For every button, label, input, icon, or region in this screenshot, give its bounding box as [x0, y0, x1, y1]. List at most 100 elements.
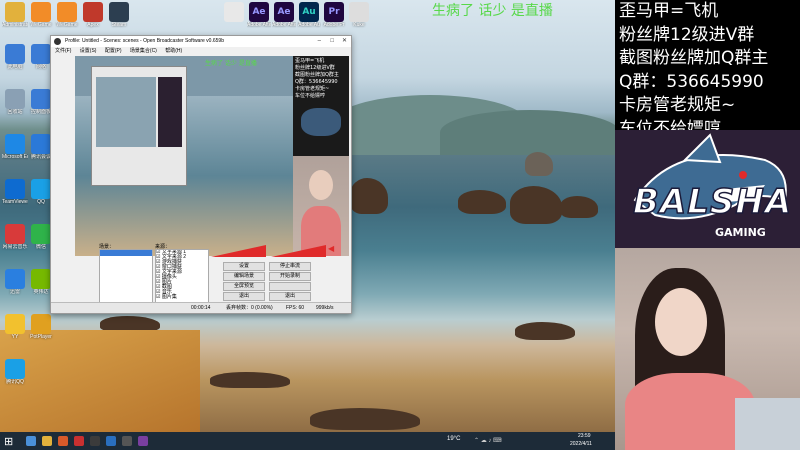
audio-meter-mic: [211, 244, 266, 257]
meeting-icon: [31, 134, 51, 154]
qq-icon: [5, 359, 25, 379]
preview-info-line: 车位不给嫖哼: [295, 93, 326, 99]
sea-stack-rock: [458, 190, 506, 214]
taskbar-app-icon[interactable]: [90, 436, 100, 446]
file-explorer-icon[interactable]: [42, 436, 52, 446]
preview-info-line: 歪马甲=飞机: [295, 58, 325, 64]
pinned-app[interactable]: [222, 2, 246, 36]
obs-titlebar[interactable]: Profile: Untitled - Scenes: scenes - Ope…: [51, 36, 351, 47]
clock-time[interactable]: 23:59: [578, 433, 591, 439]
desktop-icon[interactable]: WeGame: [54, 2, 80, 36]
obs-control-button[interactable]: 设置: [223, 262, 265, 271]
menu-settings[interactable]: 设置(S): [80, 48, 97, 54]
obs-control-button[interactable]: 全屏预览: [223, 282, 265, 291]
obs-control-button[interactable]: 退出: [269, 292, 311, 301]
pinned-app[interactable]: Kuke: [347, 2, 371, 36]
preview-info-line: 粉丝牌12级进V群: [295, 65, 335, 71]
taskbar-app-icon[interactable]: [74, 436, 84, 446]
desktop-icon-label: WeGame: [30, 22, 52, 28]
preview-shark-logo: [301, 108, 341, 136]
info-line: 卡房管老规矩~: [619, 95, 736, 115]
obs-control-button[interactable]: 退出: [223, 292, 265, 301]
close-icon[interactable]: ✕: [342, 36, 347, 47]
obs-app-icon: [54, 38, 61, 45]
desktop-icon-label: 回收站: [7, 109, 23, 115]
search-icon[interactable]: [26, 436, 36, 446]
desktop-icon-label: Apex: [87, 22, 99, 28]
desktop-icon-label: Administrator: [2, 22, 28, 28]
webcam-view: [615, 248, 800, 450]
obs-taskbar-icon[interactable]: [122, 436, 132, 446]
scene-item-selected[interactable]: [100, 250, 152, 256]
taskbar-app-icon[interactable]: [138, 436, 148, 446]
menu-help[interactable]: 帮助(H): [165, 48, 182, 54]
obs-control-button[interactable]: [269, 282, 311, 291]
obs-control-button[interactable]: 开始录制: [269, 272, 311, 281]
folder-icon: [5, 2, 25, 22]
obs-control-button[interactable]: 停止串流: [269, 262, 311, 271]
desktop-icon[interactable]: Apex: [80, 2, 106, 36]
desktop-icon[interactable]: YY: [2, 314, 28, 348]
desktop-icon[interactable]: WeGame: [28, 2, 54, 36]
sea-stack-rock: [525, 152, 553, 176]
preview-info-line: 截图粉丝牌加Q群主: [295, 72, 339, 78]
sea-stack-rock: [350, 178, 388, 214]
preview-nested-screen: [96, 77, 156, 147]
stream-overlay-text: 生病了 话少 是直播: [432, 3, 553, 19]
info-line: Q群：536645990: [619, 71, 764, 92]
desktop-icon[interactable]: 网易云音乐: [2, 224, 28, 258]
preview-nested-obs: [91, 66, 187, 186]
desktop-icon[interactable]: 此电脑: [2, 44, 28, 78]
obs-control-button[interactable]: 编辑场景: [223, 272, 265, 281]
pinned-app[interactable]: Pr Adobe Pr: [322, 2, 346, 36]
desktop-icon[interactable]: TeamViewer: [2, 179, 28, 213]
computer-icon: [5, 44, 25, 64]
pinned-app[interactable]: Ae Adobe After: [247, 2, 271, 36]
ae-icon: Ae: [249, 2, 269, 22]
obs-window[interactable]: Profile: Untitled - Scenes: scenes - Ope…: [50, 35, 352, 314]
edge-icon: [5, 134, 25, 154]
desktop-icon[interactable]: Microsoft Edge: [2, 134, 28, 168]
desktop-icon-label: TeamViewer: [2, 199, 28, 205]
pinned-app-label: Adobe After: [272, 22, 296, 28]
menu-file[interactable]: 文件(F): [55, 48, 71, 54]
clock-date[interactable]: 2022/4/11: [570, 441, 592, 447]
desktop-icon-label: Steam: [111, 22, 127, 28]
maximize-icon[interactable]: □: [330, 36, 334, 47]
pinned-app[interactable]: Au Adobe Au: [297, 2, 321, 36]
desktop-icon[interactable]: 回收站: [2, 89, 28, 123]
windows-start-icon[interactable]: ⊞: [4, 435, 13, 448]
menu-scene-collection[interactable]: 场景集合(C): [130, 48, 157, 54]
taskbar-app-icon[interactable]: [106, 436, 116, 446]
thunder-icon: [5, 269, 25, 289]
preview-overlay-text: 生病了 话少 是直播: [205, 60, 257, 67]
desktop-icon[interactable]: Steam: [106, 2, 132, 36]
preview-nested-cam: [158, 77, 182, 147]
logo-brand: BALSHA: [632, 181, 793, 223]
game-icon: [83, 2, 103, 22]
wechat-icon: [31, 224, 51, 244]
logo-sub: GAMING: [715, 226, 766, 239]
scenes-list[interactable]: [99, 249, 153, 303]
desktop-icon-label: 迅雷: [9, 289, 20, 295]
desktop-icon[interactable]: 迅雷: [2, 269, 28, 303]
stream-info: 歪马甲=飞机 粉丝牌12级进V群 截图粉丝牌加Q群主 Q群：536645990 …: [615, 0, 800, 145]
source-item[interactable]: ☑ 图片集: [156, 295, 208, 300]
desktop-icon[interactable]: PotPlayer: [28, 314, 54, 348]
wegame-icon: [57, 2, 77, 22]
minimize-icon[interactable]: –: [318, 36, 321, 47]
qq-icon: [31, 179, 51, 199]
speaker-icon[interactable]: ◀: [328, 244, 334, 253]
tray-icons[interactable]: ⌃ ☁ ♪ ⌨: [474, 437, 502, 444]
cam-pillow: [735, 398, 800, 450]
menu-profile[interactable]: 配置(P): [105, 48, 122, 54]
file-icon: [224, 2, 244, 22]
weather-text[interactable]: 19°C: [447, 436, 460, 442]
desktop-icon-label: Microsoft Edge: [2, 154, 28, 160]
desktop-icon[interactable]: Administrator: [2, 2, 28, 36]
sources-list[interactable]: ☑ 文字来源 1 ☑ 文字来源 2 ☑ 游戏捕获 ☑ 窗口捕获 ☑ 文字来源 ☑ 摄像头 ☑…: [155, 249, 209, 303]
network-icon: [31, 44, 51, 64]
pinned-app[interactable]: Ae Adobe After: [272, 2, 296, 36]
taskbar-app-icon[interactable]: [58, 436, 68, 446]
desktop-icon[interactable]: 腾讯QQ: [2, 359, 28, 393]
